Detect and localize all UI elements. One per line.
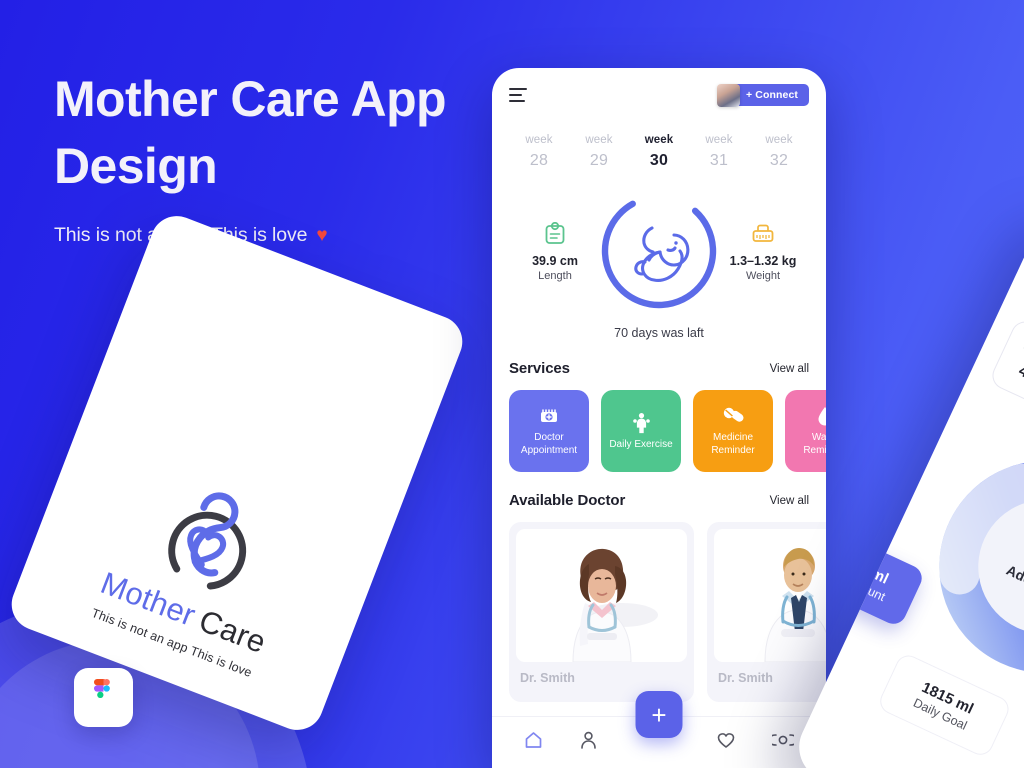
- week-label: week: [644, 134, 674, 146]
- hero-block: Mother Care App Design This is not an ap…: [54, 66, 484, 247]
- stats-icon[interactable]: [766, 732, 799, 753]
- brand-logo-inner: Mother Care This is not an app This is l…: [15, 429, 385, 709]
- stretcher-bed-icon: [538, 405, 560, 427]
- week-label: week: [705, 134, 733, 146]
- daily-goal-chip: 1815 ml Daily Goal: [875, 651, 1013, 760]
- service-label: Doctor Appointment: [520, 432, 578, 456]
- fetus-progress-ring: [596, 188, 722, 314]
- service-label: Daily Exercise: [609, 438, 673, 450]
- length-value: 39.9 cm: [532, 253, 578, 268]
- day-item-sun[interactable]: Sun 4: [987, 317, 1024, 406]
- figma-badge: [74, 668, 133, 727]
- service-card-medicine-reminder[interactable]: Medicine Reminder: [693, 390, 773, 472]
- days-left-text: 70 days was laft: [614, 326, 704, 340]
- female-doctor-photo: [516, 529, 687, 662]
- week-item-31[interactable]: week 31: [694, 134, 744, 170]
- progress-ring-svg: [601, 193, 717, 309]
- doctor-card-male[interactable]: Dr. Smith: [707, 522, 826, 702]
- pills-icon: [722, 405, 745, 427]
- exercise-person-icon: [631, 412, 651, 434]
- connect-button[interactable]: + Connect: [732, 84, 809, 106]
- week-number: 29: [589, 152, 609, 169]
- home-icon[interactable]: [524, 731, 543, 754]
- week-item-32[interactable]: week 32: [754, 134, 804, 170]
- brand-logo-card: Mother Care This is not an app This is l…: [4, 208, 470, 738]
- services-section-header: Services View all: [492, 360, 826, 377]
- services-title: Services: [509, 360, 570, 377]
- services-view-all-link[interactable]: View all: [770, 363, 809, 375]
- doctors-title: Available Doctor: [509, 492, 626, 509]
- week-selector: week 28 week 29 week 30 week 31 week 32: [492, 122, 826, 170]
- water-drop-icon: [816, 405, 826, 427]
- doctor-name: Dr. Smith: [520, 671, 575, 685]
- service-card-doctor-appointment[interactable]: Doctor Appointment: [509, 390, 589, 472]
- service-label: Water Reminder: [803, 432, 826, 456]
- doctors-list: Dr. Smith Dr. Smith: [492, 522, 826, 702]
- daily-count-value: 1200 ml: [834, 548, 892, 588]
- day-number: 4: [1016, 361, 1024, 382]
- main-phone-mockup: + Connect week 28 week 29 week 30 week 3…: [492, 68, 826, 768]
- hero-title-line-2: Design: [54, 138, 218, 194]
- service-card-daily-exercise[interactable]: Daily Exercise: [601, 390, 681, 472]
- bottom-navigation: +: [492, 691, 826, 768]
- weight-scale-icon: [722, 221, 804, 247]
- weight-stat: 1.3–1.32 kg Weight: [722, 221, 804, 282]
- week-item-28[interactable]: week 28: [514, 134, 564, 170]
- hamburger-icon[interactable]: [509, 88, 527, 102]
- week-number: 28: [529, 152, 549, 169]
- week-item-30-active[interactable]: week 30: [634, 134, 684, 170]
- heart-icon[interactable]: [717, 732, 735, 754]
- male-doctor-photo: [714, 529, 826, 662]
- week-label: week: [585, 134, 613, 146]
- weight-caption: Weight: [745, 269, 781, 282]
- profile-icon[interactable]: [580, 731, 597, 754]
- service-label: Medicine Reminder: [711, 432, 755, 456]
- doctor-card-female[interactable]: Dr. Smith: [509, 522, 694, 702]
- poster-stage: Mother Care App Design This is not an ap…: [0, 0, 1024, 768]
- weight-value: 1.3–1.32 kg: [729, 253, 797, 268]
- connect-group: + Connect: [717, 83, 809, 107]
- phone-topbar: + Connect: [492, 68, 826, 122]
- length-stat: 39.9 cm Length: [514, 221, 596, 282]
- hero-title-line-1: Mother Care App: [54, 71, 447, 127]
- avatar: [717, 83, 741, 107]
- hero-subtitle: This is not an app This is love ♥: [54, 224, 484, 247]
- service-card-water-reminder[interactable]: Water Reminder: [785, 390, 826, 472]
- week-number: 32: [769, 152, 789, 169]
- week-number: 30: [649, 152, 669, 169]
- add-button-fab[interactable]: +: [635, 691, 683, 738]
- page-title: Mother Care App Design: [54, 66, 484, 200]
- heart-icon: ♥: [316, 224, 328, 246]
- figma-logo-icon: [94, 678, 110, 698]
- doctors-section-header: Available Doctor View all: [492, 492, 826, 509]
- week-item-29[interactable]: week 29: [574, 134, 624, 170]
- doctor-name: Dr. Smith: [718, 671, 773, 685]
- clipboard-ruler-icon: [514, 221, 596, 247]
- week-label: week: [525, 134, 553, 146]
- doctors-view-all-link[interactable]: View all: [770, 495, 809, 507]
- services-list: Doctor Appointment Daily Exercise Medici…: [492, 390, 826, 472]
- week-number: 31: [709, 152, 729, 169]
- fetus-icon: [634, 226, 690, 282]
- length-caption: Length: [538, 269, 572, 282]
- week-label: week: [765, 134, 793, 146]
- add-drink-label: Add Drink: [1003, 561, 1024, 605]
- pregnancy-stats-row: 39.9 cm Length 1.3–1.32 kg Weight: [492, 170, 826, 314]
